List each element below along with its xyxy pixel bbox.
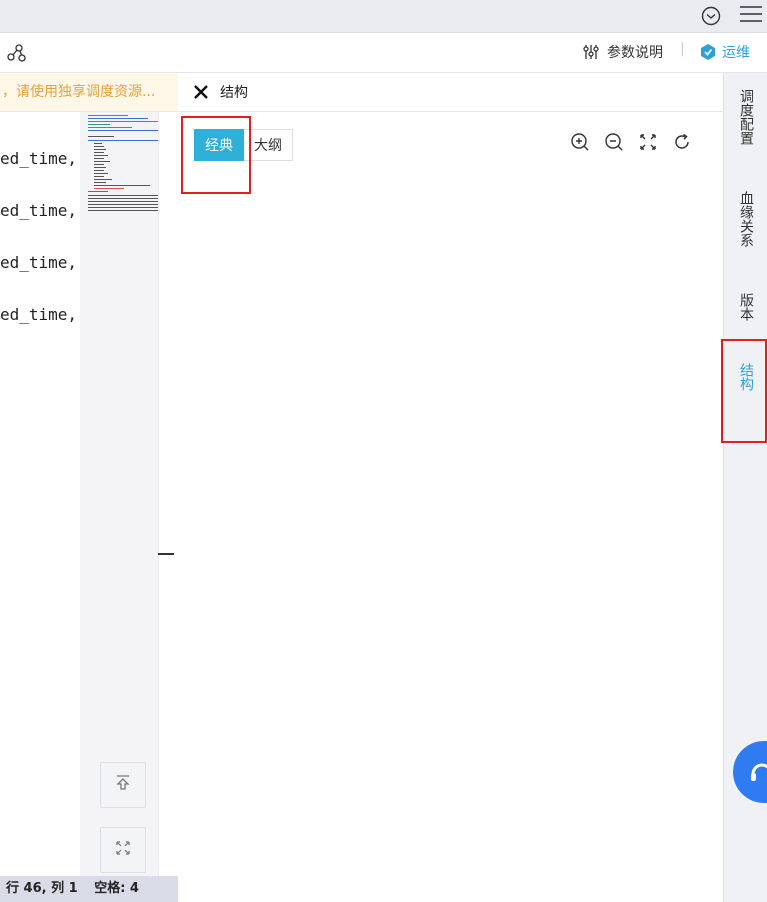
sidebar-item-lineage[interactable]: 血缘关系 bbox=[724, 191, 767, 247]
indentation-setting[interactable]: 空格: 4 bbox=[94, 881, 139, 896]
toolbar-divider: | bbox=[680, 41, 685, 57]
scroll-top-icon bbox=[114, 774, 132, 796]
code-line[interactable]: ed_time, bbox=[0, 201, 77, 220]
highlight-box-classic-tab bbox=[181, 116, 251, 194]
param-settings-icon[interactable] bbox=[582, 43, 600, 61]
graph-controls bbox=[570, 132, 692, 152]
code-line[interactable]: ed_time, bbox=[0, 149, 77, 168]
scroll-position-marker bbox=[158, 553, 174, 555]
structure-panel: 结构 经典 大纲 bbox=[178, 73, 723, 902]
panel-title: 结构 bbox=[220, 85, 248, 101]
expand-editor-button[interactable] bbox=[100, 827, 146, 873]
code-editor[interactable]: ed_time, ed_time, ed_time, ed_time, bbox=[0, 112, 178, 876]
param-description-button[interactable]: 参数说明 bbox=[607, 42, 663, 62]
sidebar-item-label: 血缘关系 bbox=[738, 191, 754, 247]
ops-button[interactable]: 运维 bbox=[722, 42, 750, 62]
sidebar-item-version[interactable]: 版本 bbox=[724, 293, 767, 321]
lineage-graph-icon[interactable] bbox=[6, 43, 28, 63]
refresh-icon[interactable] bbox=[672, 132, 692, 152]
top-bar bbox=[0, 0, 767, 33]
editor-status-bar: 行 46, 列 1 空格: 4 bbox=[0, 876, 178, 902]
code-line[interactable]: ed_time, bbox=[0, 305, 77, 324]
scroll-to-top-button[interactable] bbox=[100, 762, 146, 808]
expand-icon bbox=[115, 840, 131, 860]
fit-screen-icon[interactable] bbox=[638, 132, 658, 152]
code-line[interactable]: ed_time, bbox=[0, 253, 77, 272]
support-headset-icon bbox=[747, 757, 767, 787]
chevron-circle-down-icon[interactable] bbox=[700, 5, 722, 27]
structure-panel-header: 结构 bbox=[178, 73, 723, 112]
editor-scrollbar[interactable] bbox=[158, 112, 178, 876]
highlight-box-structure-nav bbox=[721, 339, 767, 443]
warning-banner[interactable]: ，请使用独享调度资源... bbox=[0, 73, 178, 112]
close-icon[interactable] bbox=[192, 83, 210, 101]
ops-icon[interactable] bbox=[699, 43, 717, 61]
cursor-position[interactable]: 行 46, 列 1 bbox=[6, 881, 78, 896]
zoom-out-icon[interactable] bbox=[604, 132, 624, 152]
sidebar-item-schedule-config[interactable]: 调度配置 bbox=[724, 89, 767, 145]
menu-icon[interactable] bbox=[738, 3, 764, 25]
warning-banner-text: ，请使用独享调度资源... bbox=[2, 84, 156, 100]
editor-toolbar: 参数说明 | 运维 bbox=[0, 33, 767, 73]
sidebar-item-label: 调度配置 bbox=[738, 89, 754, 145]
sidebar-item-label: 版本 bbox=[738, 293, 754, 321]
zoom-in-icon[interactable] bbox=[570, 132, 590, 152]
tab-outline[interactable]: 大纲 bbox=[244, 129, 293, 161]
